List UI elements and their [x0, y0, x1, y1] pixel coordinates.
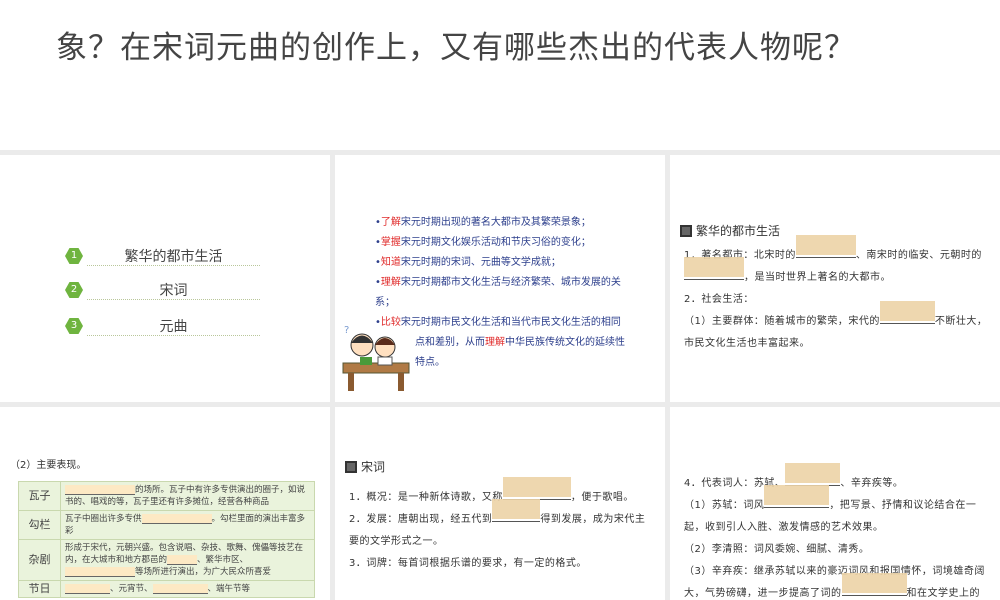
- slide-poets[interactable]: 4．代表词人：苏轼、 、辛弃疾等。 （1）苏轼：词风 ，把写景、抒情和议论结合在一起…: [670, 407, 1000, 600]
- goal-item: •理解宋元时期都市文化生活与经济繁荣、城市发展的关系；: [375, 277, 621, 308]
- toc-item-2[interactable]: 2 宋词: [65, 282, 260, 304]
- answer-blank[interactable]: [152, 583, 208, 594]
- hexagon-number-icon: 3: [65, 318, 83, 334]
- slide-city-life[interactable]: 繁华的都市生活 1．著名都市：北宋时的 、南宋时的临安、元朝时的 ，是当时世界上著…: [670, 155, 1000, 402]
- answer-blank[interactable]: [492, 499, 541, 522]
- slide-title: 象？在宋词元曲的创作上，又有哪些杰出的代表人物呢？: [56, 30, 856, 66]
- answer-blank[interactable]: [764, 485, 830, 508]
- answer-blank[interactable]: [167, 554, 198, 565]
- performance-table: 瓦子 的场所。瓦子中有许多专供演出的圈子，如说书的、唱戏的等，瓦子里还有许多摊位，…: [18, 481, 315, 598]
- section-subheading: （2）主要表现。: [10, 460, 87, 471]
- answer-blank[interactable]: [141, 513, 212, 524]
- slide-toc[interactable]: 1 繁华的都市生活 2 宋词 3 元曲: [0, 155, 330, 402]
- answer-blank[interactable]: [841, 573, 907, 596]
- section-heading: 繁华的都市生活: [680, 222, 780, 239]
- slide-songci[interactable]: 宋词 1．概况：是一种新体诗歌，又称 ，便于歌唱。 2．发展：唐朝出现，经五代到得…: [335, 407, 665, 600]
- slide-goals[interactable]: •了解宋元时期出现的著名大都市及其繁荣景象； •掌握宋元时期文化娱乐活动和节庆习…: [335, 155, 665, 402]
- section-icon: [680, 224, 692, 237]
- table-row: 勾栏 瓦子中圈出许多专供 。勾栏里面的演出丰富多彩: [18, 510, 315, 540]
- table-row: 节日 、元宵节、 、端午节等: [18, 580, 315, 598]
- answer-blank[interactable]: [795, 235, 856, 258]
- hexagon-number-icon: 2: [65, 282, 83, 298]
- goal-item: •掌握宋元时期文化娱乐活动和节庆习俗的变化；: [375, 237, 591, 248]
- section-heading: 宋词: [345, 458, 385, 475]
- slide-performances[interactable]: （2）主要表现。 瓦子 的场所。瓦子中有许多专供演出的圈子，如说书的、唱戏的等，瓦…: [0, 407, 330, 600]
- toc-item-3[interactable]: 3 元曲: [65, 318, 260, 340]
- toc-label: 元曲: [159, 319, 188, 335]
- answer-blank[interactable]: [879, 301, 935, 324]
- goal-item: •知道宋元时期的宋词、元曲等文学成就；: [375, 257, 561, 268]
- city-text: 1．著名都市：北宋时的 、南宋时的临安、元朝时的 ，是当时世界上著名的大都市。 2…: [684, 235, 988, 355]
- title-band: 象？在宋词元曲的创作上，又有哪些杰出的代表人物呢？: [0, 0, 1000, 150]
- answer-blank[interactable]: [65, 583, 110, 594]
- answer-blank[interactable]: [65, 484, 135, 495]
- toc-label: 繁华的都市生活: [124, 249, 223, 265]
- toc-item-1[interactable]: 1 繁华的都市生活: [65, 248, 260, 270]
- poets-text: 4．代表词人：苏轼、 、辛弃疾等。 （1）苏轼：词风 ，把写景、抒情和议论结合在一起…: [684, 463, 988, 600]
- songci-text: 1．概况：是一种新体诗歌，又称 ，便于歌唱。 2．发展：唐朝出现，经五代到 得到发展…: [349, 477, 653, 575]
- goal-item: •了解宋元时期出现的著名大都市及其繁荣景象；: [375, 217, 591, 228]
- answer-blank[interactable]: [65, 566, 135, 577]
- hexagon-number-icon: 1: [65, 248, 83, 264]
- section-icon: [345, 460, 357, 473]
- table-row: 杂剧 形成于宋代，元朝兴盛。包含说唱、杂技、歌舞、傀儡等技艺在内，在大城市和地方郡…: [18, 539, 315, 581]
- toc-label: 宋词: [159, 283, 188, 299]
- table-row: 瓦子 的场所。瓦子中有许多专供演出的圈子，如说书的、唱戏的等，瓦子里还有许多摊位，…: [18, 481, 315, 511]
- students-illustration: ?: [342, 325, 410, 391]
- svg-text:?: ?: [344, 325, 349, 336]
- answer-blank[interactable]: [684, 257, 744, 280]
